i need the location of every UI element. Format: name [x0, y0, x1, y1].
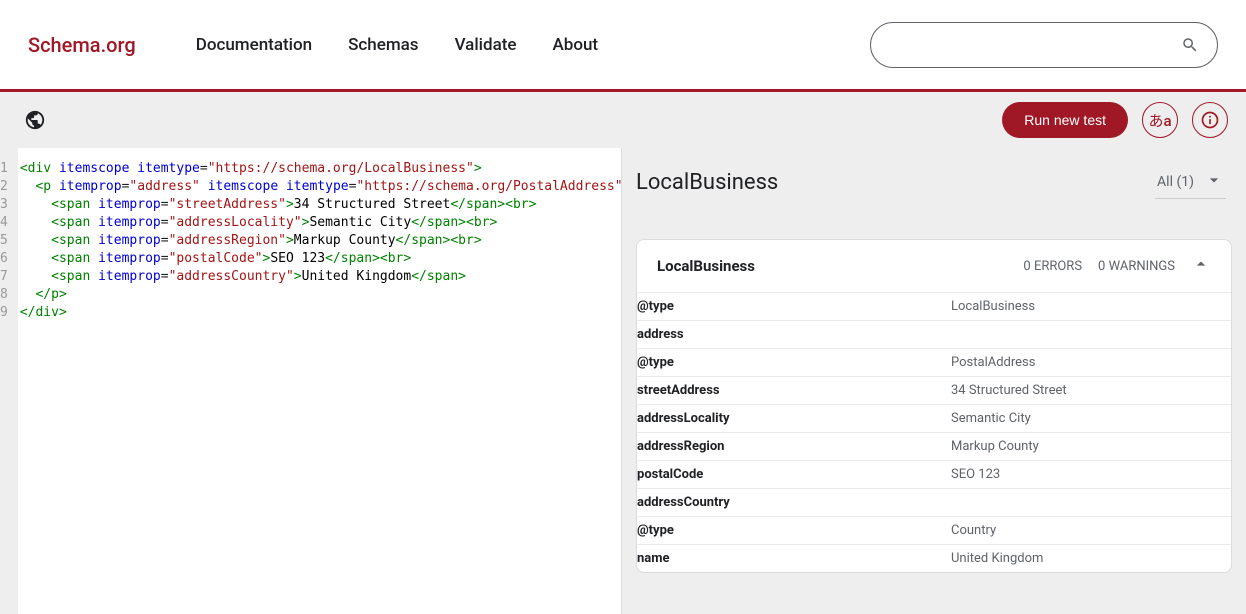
results-pane: LocalBusiness All (1) LocalBusiness 0 ER…	[621, 148, 1246, 614]
language-button[interactable]: あa	[1142, 102, 1178, 138]
prop-key: @type	[637, 517, 951, 545]
code-content[interactable]: <div itemscope itemtype="https://schema.…	[18, 148, 641, 614]
results-heading-row: LocalBusiness All (1)	[636, 166, 1232, 199]
errors-count: 0 ERRORS	[1023, 259, 1082, 274]
properties-table: @typeLocalBusiness address @typePostalAd…	[637, 292, 1231, 572]
warnings-count: 0 WARNINGS	[1098, 259, 1175, 274]
prop-value: United Kingdom	[951, 545, 1231, 573]
filter-label: All (1)	[1157, 174, 1194, 190]
nav-validate[interactable]: Validate	[455, 35, 517, 55]
top-bar: Schema.org Documentation Schemas Validat…	[0, 0, 1246, 92]
prop-value: Markup County	[951, 433, 1231, 461]
results-filter-dropdown[interactable]: All (1)	[1155, 166, 1226, 199]
prop-key: addressLocality	[637, 405, 951, 433]
table-row[interactable]: @typeLocalBusiness	[637, 293, 1231, 321]
prop-value: Semantic City	[951, 405, 1231, 433]
prop-key: @type	[637, 293, 951, 321]
search-container	[870, 22, 1218, 68]
line-number: 4	[0, 214, 8, 232]
table-row[interactable]: addressRegionMarkup County	[637, 433, 1231, 461]
chevron-down-icon	[1204, 170, 1224, 194]
toolbar-right: Run new test あa	[1002, 102, 1228, 138]
nav-about[interactable]: About	[553, 35, 599, 55]
table-row[interactable]: addressLocalitySemantic City	[637, 405, 1231, 433]
prop-value: 34 Structured Street	[951, 377, 1231, 405]
nav-documentation[interactable]: Documentation	[196, 35, 312, 55]
result-card: LocalBusiness 0 ERRORS 0 WARNINGS @typeL…	[636, 239, 1232, 573]
prop-value: SEO 123	[951, 461, 1231, 489]
table-row[interactable]: @typePostalAddress	[637, 349, 1231, 377]
prop-value: PostalAddress	[951, 349, 1231, 377]
table-row[interactable]: @typeCountry	[637, 517, 1231, 545]
table-row[interactable]: nameUnited Kingdom	[637, 545, 1231, 573]
card-title: LocalBusiness	[657, 257, 755, 275]
result-card-header[interactable]: LocalBusiness 0 ERRORS 0 WARNINGS	[637, 240, 1231, 292]
table-row[interactable]: addressCountry	[637, 489, 1231, 517]
info-button[interactable]	[1192, 102, 1228, 138]
prop-key: @type	[637, 349, 951, 377]
table-row[interactable]: streetAddress34 Structured Street	[637, 377, 1231, 405]
prop-value: LocalBusiness	[951, 293, 1231, 321]
line-number: 1	[0, 160, 8, 178]
prop-value: Country	[951, 517, 1231, 545]
prop-key: address	[637, 321, 951, 349]
prop-key: name	[637, 545, 951, 573]
main-split: 1 2 3 4 5 6 7 8 9 <div itemscope itemtyp…	[0, 148, 1246, 614]
search-icon[interactable]	[1181, 36, 1199, 54]
line-gutter: 1 2 3 4 5 6 7 8 9	[0, 148, 18, 614]
chevron-up-icon[interactable]	[1191, 254, 1211, 278]
line-number: 9	[0, 304, 8, 322]
code-editor[interactable]: 1 2 3 4 5 6 7 8 9 <div itemscope itemtyp…	[0, 148, 621, 614]
prop-key: addressCountry	[637, 489, 951, 517]
prop-key: postalCode	[637, 461, 951, 489]
line-number: 3	[0, 196, 8, 214]
nav-schemas[interactable]: Schemas	[348, 35, 418, 55]
main-nav: Documentation Schemas Validate About	[196, 35, 598, 55]
card-counts: 0 ERRORS 0 WARNINGS	[1023, 259, 1175, 274]
line-number: 7	[0, 268, 8, 286]
results-heading: LocalBusiness	[636, 170, 778, 195]
globe-icon[interactable]	[18, 103, 52, 137]
table-row[interactable]: postalCodeSEO 123	[637, 461, 1231, 489]
line-number: 6	[0, 250, 8, 268]
prop-key: addressRegion	[637, 433, 951, 461]
run-new-test-button[interactable]: Run new test	[1002, 102, 1128, 138]
prop-key: streetAddress	[637, 377, 951, 405]
line-number: 8	[0, 286, 8, 304]
line-number: 2	[0, 178, 8, 196]
table-row[interactable]: address	[637, 321, 1231, 349]
toolbar: Run new test あa	[0, 92, 1246, 148]
logo[interactable]: Schema.org	[28, 33, 136, 57]
search-input[interactable]	[889, 37, 1181, 53]
line-number: 5	[0, 232, 8, 250]
search-box[interactable]	[870, 22, 1218, 68]
